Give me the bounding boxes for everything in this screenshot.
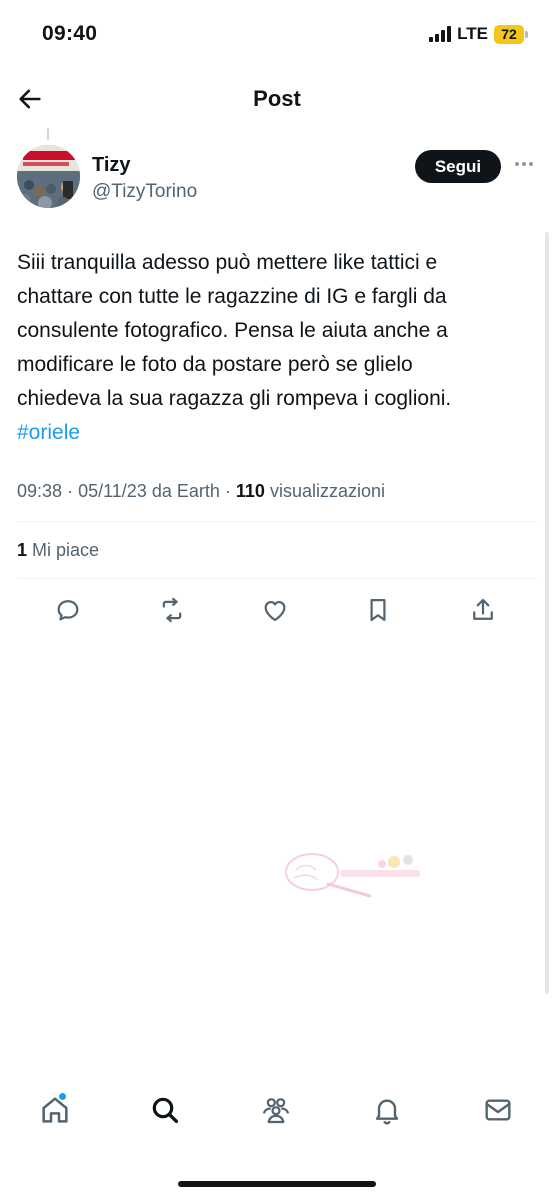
more-dot-icon — [522, 162, 526, 166]
notification-dot — [59, 1093, 66, 1100]
search-icon — [152, 1097, 179, 1124]
watermark-logo — [285, 853, 420, 898]
page-title: Post — [253, 86, 301, 111]
status-time: 09:40 — [42, 22, 98, 45]
post-text-line: consulente fotografico. Pensa le aiuta a… — [17, 319, 448, 342]
thread-connector — [47, 128, 49, 140]
status-indicators: LTE 72 — [429, 24, 528, 44]
signal-icon — [429, 26, 452, 42]
more-dot-icon — [529, 162, 533, 166]
post-meta: 09:38 · 05/11/23 da Earth · 110 visualiz… — [17, 481, 385, 502]
more-options-button[interactable] — [512, 152, 536, 176]
repost-icon — [162, 597, 182, 623]
scrollbar[interactable] — [545, 232, 549, 994]
like-icon — [264, 600, 286, 622]
top-bar: Post — [0, 70, 554, 128]
likes-label: Mi piace — [32, 540, 100, 560]
post-text-line: chattare con tutte le ragazzine di IG e … — [17, 285, 447, 308]
nav-home[interactable] — [35, 1090, 75, 1130]
post-text: Siii tranquilla adesso può mettere like … — [17, 246, 542, 450]
nav-communities[interactable] — [256, 1090, 296, 1130]
network-type: LTE — [457, 24, 488, 43]
nav-messages[interactable] — [478, 1090, 518, 1130]
notifications-icon — [375, 1099, 399, 1125]
hashtag-link[interactable]: #oriele — [17, 416, 80, 450]
views-label: visualizzazioni — [269, 481, 386, 501]
avatar-image — [17, 145, 80, 208]
post-time: 09:38 — [17, 481, 63, 501]
post-text-line: modificare le foto da postare però se gl… — [17, 353, 413, 376]
author-name[interactable]: Tizy — [92, 154, 131, 177]
share-icon — [473, 598, 493, 620]
like-button[interactable] — [259, 594, 291, 626]
meta-separator: · — [224, 481, 231, 501]
communities-icon — [262, 1098, 290, 1124]
likes-count-link[interactable]: 1 Mi piace — [17, 540, 99, 561]
divider — [17, 521, 537, 522]
home-icon — [42, 1097, 68, 1123]
views-count: 110 — [235, 481, 265, 501]
post-date: 05/11/23 — [78, 481, 147, 501]
author-handle[interactable]: @TizyTorino — [92, 181, 197, 203]
status-bar: 09:40 LTE 72 — [0, 0, 554, 70]
repost-button[interactable] — [156, 594, 188, 626]
battery-level: 72 — [494, 24, 524, 44]
divider — [17, 578, 537, 579]
post-text-line: Siii tranquilla adesso può mettere like … — [17, 251, 438, 274]
battery-icon: 72 — [494, 24, 528, 44]
more-dot-icon — [515, 162, 519, 166]
nav-search[interactable] — [145, 1090, 185, 1130]
share-button[interactable] — [467, 594, 499, 626]
home-indicator[interactable] — [178, 1181, 376, 1187]
likes-count: 1 — [17, 540, 28, 560]
bottom-nav — [0, 1090, 554, 1146]
follow-button[interactable]: Segui — [415, 150, 501, 183]
reply-icon — [57, 600, 79, 621]
avatar[interactable] — [17, 145, 80, 208]
meta-separator: · — [67, 481, 74, 501]
post-source[interactable]: da Earth — [152, 481, 220, 501]
bookmark-icon — [370, 598, 386, 622]
post-text-line: chiedeva la sua ragazza gli rompeva i co… — [17, 387, 452, 410]
messages-icon — [485, 1099, 511, 1121]
reply-button[interactable] — [52, 594, 84, 626]
nav-notifications[interactable] — [367, 1090, 407, 1130]
bookmark-button[interactable] — [362, 594, 394, 626]
